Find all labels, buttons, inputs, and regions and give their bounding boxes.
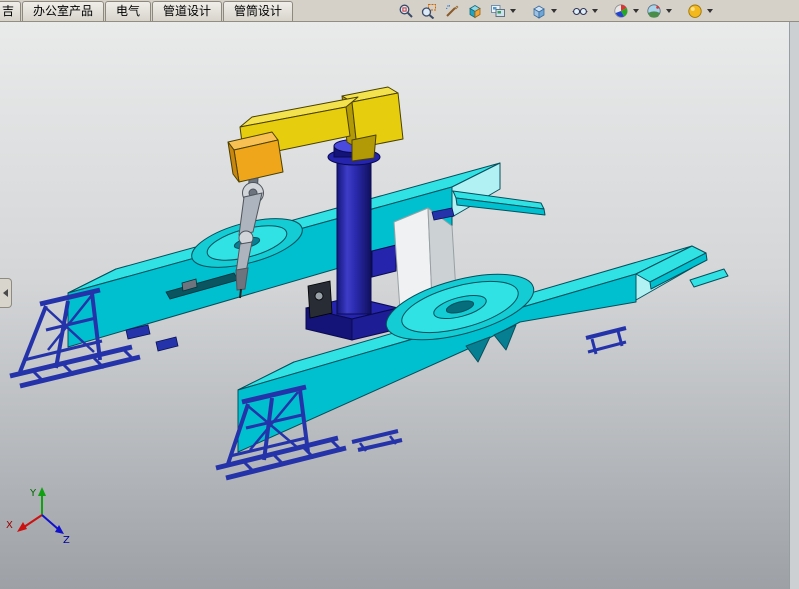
dropdown-arrow[interactable] [633, 9, 639, 13]
axis-y-label: Y [29, 488, 37, 499]
edit-appearance-button[interactable] [610, 1, 631, 20]
collapse-arrow-icon [3, 289, 8, 297]
display-style-button[interactable] [528, 1, 549, 20]
previous-view-icon [444, 3, 460, 19]
zoom-to-area-icon [421, 3, 437, 19]
panel-collapse-tab[interactable] [0, 278, 12, 308]
robot-arm[interactable] [228, 87, 403, 182]
graphics-area[interactable]: Y X Z [0, 21, 790, 589]
apply-scene-icon [646, 3, 662, 19]
hide-show-items-button[interactable] [569, 1, 590, 20]
dropdown-arrow[interactable] [551, 9, 557, 13]
view-orientation-icon [490, 3, 506, 19]
dropdown-arrow[interactable] [666, 9, 672, 13]
section-view-icon [467, 3, 483, 19]
view-settings-button[interactable] [684, 1, 705, 20]
tab-partial-label: 吉 [2, 4, 14, 18]
axis-x-label: X [6, 520, 13, 531]
view-orientation-button[interactable] [487, 1, 508, 20]
view-settings-icon [687, 3, 703, 19]
zoom-to-area-button[interactable] [418, 1, 439, 20]
display-style-icon [531, 3, 547, 19]
tab-office-products[interactable]: 办公室产品 [22, 1, 104, 21]
heads-up-view-toolbar [395, 0, 715, 21]
dropdown-arrow[interactable] [592, 9, 598, 13]
reference-triad: Y X Z [6, 487, 70, 546]
edit-appearance-icon [613, 3, 629, 19]
section-view-button[interactable] [464, 1, 485, 20]
support-stand-right-small[interactable] [586, 328, 626, 354]
wire-feeder-box[interactable] [308, 281, 332, 318]
apply-scene-button[interactable] [643, 1, 664, 20]
tab-piping-design[interactable]: 管道设计 [152, 1, 222, 21]
tab-tube-design[interactable]: 管筒设计 [223, 1, 293, 21]
axis-z-label: Z [63, 535, 70, 546]
dropdown-arrow[interactable] [510, 9, 516, 13]
command-tabs-bar: 吉 办公室产品 电气 管道设计 管筒设计 [0, 0, 799, 22]
hide-show-items-icon [572, 3, 588, 19]
task-pane-edge[interactable] [789, 21, 799, 589]
tab-partial[interactable]: 吉 [0, 1, 21, 21]
zoom-to-fit-icon [398, 3, 414, 19]
zoom-to-fit-button[interactable] [395, 1, 416, 20]
tab-electrical[interactable]: 电气 [105, 1, 151, 21]
previous-view-button[interactable] [441, 1, 462, 20]
assembly-model[interactable]: Y X Z [0, 0, 799, 589]
rail-segment[interactable] [352, 431, 402, 451]
dropdown-arrow[interactable] [707, 9, 713, 13]
